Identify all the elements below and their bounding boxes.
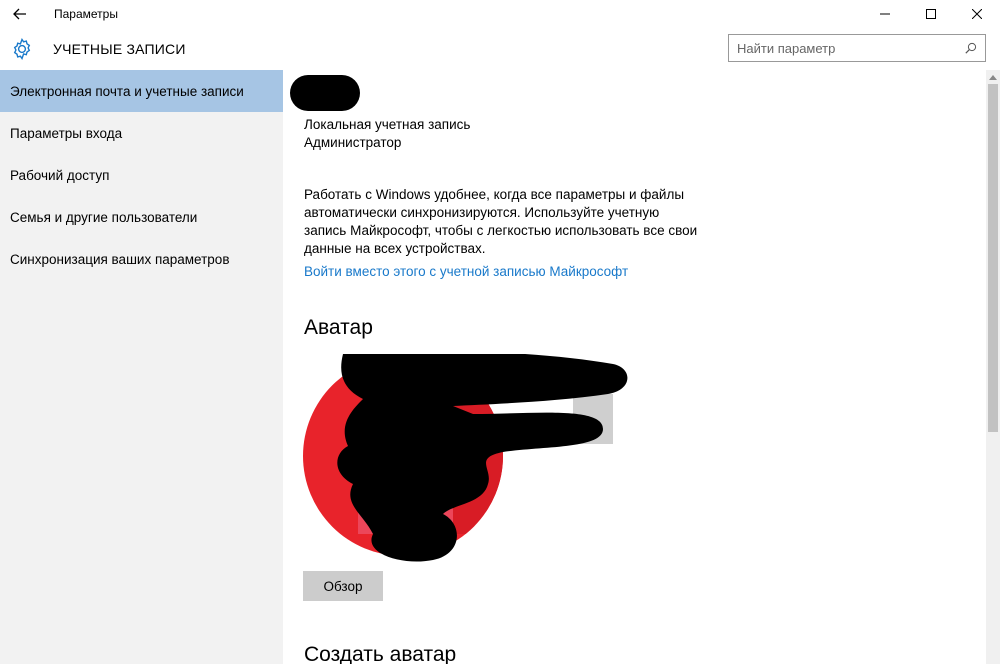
avatar-image xyxy=(303,350,643,564)
scroll-thumb[interactable] xyxy=(988,84,998,432)
search-box xyxy=(728,34,986,62)
sync-description: Работать с Windows удобнее, когда все па… xyxy=(304,187,698,256)
sidebar-item-sync-settings[interactable]: Синхронизация ваших параметров xyxy=(0,238,283,280)
window-title: Параметры xyxy=(54,7,118,21)
main-content: Локальная учетная запись Администратор Р… xyxy=(283,70,986,664)
redacted-username xyxy=(290,75,360,111)
create-avatar-heading: Создать аватар xyxy=(304,643,457,664)
sidebar-item-label: Параметры входа xyxy=(10,125,123,141)
maximize-button[interactable] xyxy=(908,0,954,28)
account-type: Локальная учетная запись xyxy=(304,117,471,132)
close-button[interactable] xyxy=(954,0,1000,28)
search-button[interactable] xyxy=(961,38,981,58)
avatar-heading: Аватар xyxy=(304,316,373,339)
page-header: УЧЕТНЫЕ ЗАПИСИ xyxy=(0,28,1000,70)
sidebar-item-work-access[interactable]: Рабочий доступ xyxy=(0,154,283,196)
account-role: Администратор xyxy=(304,135,402,150)
title-bar: Параметры xyxy=(0,0,1000,28)
chevron-up-icon xyxy=(989,75,997,80)
sidebar-item-family-users[interactable]: Семья и другие пользователи xyxy=(0,196,283,238)
page-title: УЧЕТНЫЕ ЗАПИСИ xyxy=(53,41,186,57)
gear-icon xyxy=(13,37,31,61)
search-input[interactable] xyxy=(729,36,961,60)
microsoft-signin-link[interactable]: Войти вместо этого с учетной записью Май… xyxy=(304,264,628,279)
sidebar-item-label: Электронная почта и учетные записи xyxy=(10,83,244,99)
sidebar-item-label: Рабочий доступ xyxy=(10,167,110,183)
browse-button[interactable]: Обзор xyxy=(303,571,383,601)
scrollbar[interactable] xyxy=(986,70,1000,664)
minimize-icon xyxy=(880,13,890,15)
scroll-up-button[interactable] xyxy=(986,70,1000,84)
sidebar-item-label: Синхронизация ваших параметров xyxy=(10,251,230,267)
back-button[interactable] xyxy=(0,0,40,28)
window-controls xyxy=(862,0,1000,28)
sidebar-item-email-accounts[interactable]: Электронная почта и учетные записи xyxy=(0,70,283,112)
search-icon xyxy=(965,42,977,54)
arrow-left-icon xyxy=(13,8,26,20)
sidebar: Электронная почта и учетные записи Парам… xyxy=(0,70,283,664)
close-icon xyxy=(972,9,982,19)
minimize-button[interactable] xyxy=(862,0,908,28)
maximize-icon xyxy=(926,9,936,19)
sidebar-item-sign-in-options[interactable]: Параметры входа xyxy=(0,112,283,154)
sidebar-item-label: Семья и другие пользователи xyxy=(10,209,198,225)
